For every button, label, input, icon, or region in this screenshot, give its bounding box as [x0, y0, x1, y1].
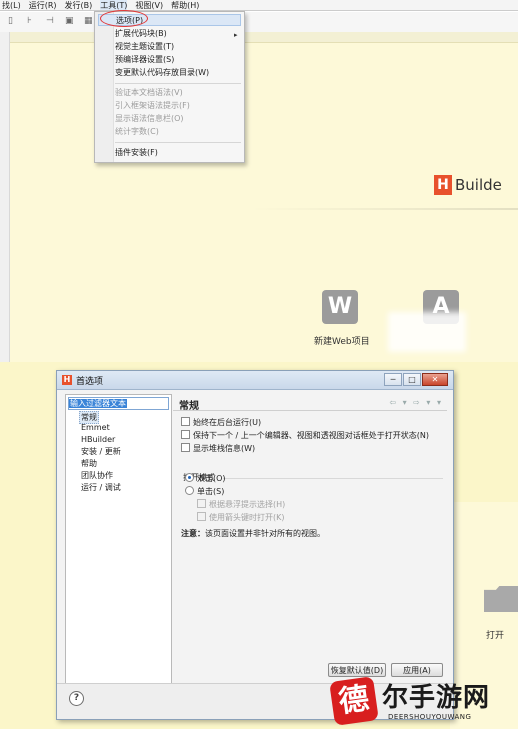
toolbar: ▯ ⊦ ⊣ ▣ ▦ [0, 12, 518, 33]
menu-find[interactable]: 找(L) [2, 0, 21, 10]
tree-item-team[interactable]: 团队协作 [81, 470, 113, 481]
tree-item-install-update[interactable]: 安装 / 更新 [81, 446, 121, 457]
option-label: 使用箭头键时打开(K) [209, 513, 285, 522]
menu-bar: 找(L) 运行(R) 发行(B) 工具(T) 视图(V) 帮助(H) [0, 0, 518, 11]
hbuilder-logo: H Builde [434, 174, 502, 196]
close-button[interactable]: ✕ [422, 373, 448, 386]
menu-tools[interactable]: 工具(T) [100, 0, 128, 10]
radio-label: 单击(S) [197, 487, 225, 496]
menu-help[interactable]: 帮助(H) [171, 0, 199, 10]
option-open-with-arrows: 使用箭头键时打开(K) [197, 512, 285, 523]
run-icon[interactable]: ▦ [84, 16, 93, 26]
menu-item-plugin-install[interactable]: 插件安装(F) [115, 147, 158, 159]
radio-label: 双击(O) [197, 474, 226, 483]
menu-item-word-count: 统计字数(C) [115, 127, 159, 136]
watermark-url: DEERSHOUYOUWANG [388, 713, 472, 721]
option-label: 显示堆栈信息(W) [193, 444, 256, 453]
menu-gutter [95, 12, 114, 162]
hbuilder-logo-icon: H [434, 175, 452, 195]
option-run-in-background[interactable]: 始终在后台运行(U) [181, 417, 261, 428]
menu-item-syntax-info-bar: 显示语法信息栏(O) [115, 114, 184, 123]
checkbox [197, 512, 206, 521]
divider [250, 208, 518, 210]
new-file-icon[interactable]: ▯ [8, 16, 17, 26]
radio-double-click[interactable]: 双击(O) [185, 473, 226, 484]
blurred-region [388, 312, 466, 352]
note-label: 注意： [181, 529, 205, 538]
option-label: 始终在后台运行(U) [193, 418, 262, 427]
menu-item-code-directory[interactable]: 变更默认代码存放目录(W) [115, 67, 209, 79]
save-icon[interactable]: ▣ [65, 16, 74, 26]
menu-separator [115, 83, 241, 84]
minimize-button[interactable]: ─ [384, 373, 402, 386]
preferences-tree-pane: 输入过滤器文本 常规 Emmet HBuilder 安装 / 更新 帮助 团队协… [65, 394, 172, 684]
tree-item-hbuilder[interactable]: HBuilder [81, 434, 115, 445]
checkbox[interactable] [181, 443, 190, 452]
menu-item-visual-theme[interactable]: 视觉主题设置(T) [115, 41, 174, 53]
radio-single-click[interactable]: 单击(S) [185, 486, 224, 497]
dialog-titlebar[interactable]: H 首选项 ─ □ ✕ [57, 371, 453, 390]
menu-run[interactable]: 运行(R) [29, 0, 57, 10]
option-keep-next-prev-open[interactable]: 保持下一个 / 上一个编辑器、视图和透视图对话框处于打开状态(N) [181, 430, 429, 441]
option-show-stack-info[interactable]: 显示堆栈信息(W) [181, 443, 255, 454]
note-body: 该页面设置并非针对所有的视图。 [205, 529, 325, 538]
menu-item-framework-hints: 引入框架语法提示(F) [115, 101, 190, 110]
step-back-icon[interactable]: ⊣ [46, 16, 55, 26]
hbuilder-logo-text: Builde [455, 176, 502, 194]
option-label: 保持下一个 / 上一个编辑器、视图和透视图对话框处于打开状态(N) [193, 431, 430, 440]
group-divider [223, 478, 443, 479]
maximize-button[interactable]: □ [403, 373, 421, 386]
preferences-settings-pane: 常规 ⇦ ▾ ⇨ ▾ ▾ 始终在后台运行(U) 保持下一个 / 上一个编辑器、视… [173, 394, 447, 682]
checkbox[interactable] [181, 417, 190, 426]
app-icon: H [62, 375, 72, 385]
menu-separator [115, 142, 241, 143]
option-select-on-hover: 根据悬浮提示选择(H) [197, 499, 285, 510]
preferences-dialog: H 首选项 ─ □ ✕ 输入过滤器文本 常规 Emmet HBuilder 安装… [56, 370, 454, 720]
step-icon[interactable]: ⊦ [27, 16, 36, 26]
history-nav-arrows[interactable]: ⇦ ▾ ⇨ ▾ ▾ [389, 398, 443, 407]
new-web-project-icon[interactable]: W [322, 290, 358, 324]
watermark-icon: 德 [329, 676, 379, 726]
new-web-project-label[interactable]: 新建Web项目 [314, 334, 370, 347]
tree-item-emmet[interactable]: Emmet [81, 422, 110, 433]
menu-item-extend-snippets[interactable]: 扩展代码块(B) [115, 28, 167, 40]
checkbox[interactable] [181, 430, 190, 439]
panel-divider [173, 410, 447, 411]
open-folder-label[interactable]: 打开 [486, 628, 504, 641]
tree-item-run-debug[interactable]: 运行 / 调试 [81, 482, 121, 493]
highlight-circle [100, 10, 148, 27]
tree-item-help[interactable]: 帮助 [81, 458, 97, 469]
checkbox [197, 499, 206, 508]
menu-item-precompiler[interactable]: 预编译器设置(S) [115, 54, 174, 66]
left-gutter [0, 32, 10, 362]
watermark-text: 尔手游网 [382, 683, 491, 713]
option-label: 根据悬浮提示选择(H) [209, 500, 286, 509]
menu-view[interactable]: 视图(V) [135, 0, 163, 10]
menu-publish[interactable]: 发行(B) [65, 0, 93, 10]
filter-input-text: 输入过滤器文本 [69, 399, 127, 408]
submenu-arrow-icon: ▸ [234, 31, 238, 39]
editor-tab-strip [10, 32, 518, 43]
dialog-title: 首选项 [76, 377, 104, 387]
filter-input[interactable]: 输入过滤器文本 [68, 397, 169, 410]
watermark-logo: 德 尔手游网 DEERSHOUYOUWANG [329, 675, 518, 729]
radio-button[interactable] [185, 486, 194, 495]
menu-item-validate-syntax: 验证本文档语法(V) [115, 88, 183, 97]
note-text: 注意：该页面设置并非针对所有的视图。 [181, 528, 325, 539]
folder-icon[interactable] [484, 586, 518, 612]
help-icon[interactable]: ? [69, 691, 84, 706]
radio-button[interactable] [185, 473, 194, 482]
tools-dropdown-menu: 选项(P) 扩展代码块(B) ▸ 视觉主题设置(T) 预编译器设置(S) 变更默… [94, 11, 245, 163]
